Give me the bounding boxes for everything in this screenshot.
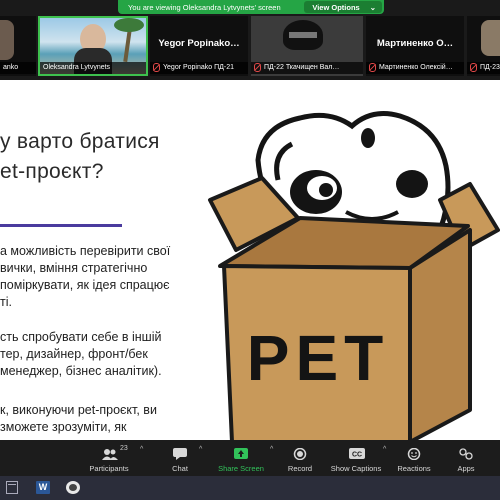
show-captions-label: Show Captions — [330, 464, 382, 473]
windows-taskbar: W — [0, 476, 500, 500]
share-screen-button[interactable]: Share Screen — [214, 440, 268, 476]
screen-share-banner: You are viewing Oleksandra Lytvynets' sc… — [118, 0, 384, 14]
record-icon — [293, 447, 307, 461]
shared-slide: у варто братися et-проєкт? а можливість … — [0, 80, 500, 440]
record-button[interactable]: Record — [280, 440, 320, 476]
reactions-icon — [407, 447, 421, 461]
share-screen-label: Share Screen — [218, 464, 264, 473]
participant-video — [0, 20, 14, 60]
reactions-label: Reactions — [397, 464, 431, 473]
chevron-down-icon: ⌄ — [369, 2, 376, 12]
apps-button[interactable]: Apps — [446, 440, 486, 476]
share-screen-icon — [234, 448, 248, 460]
app-icon-inner — [69, 484, 77, 491]
apps-icon — [459, 448, 473, 460]
video-tile[interactable]: anko — [0, 16, 36, 76]
glasses — [289, 32, 317, 38]
word-app-icon[interactable]: W — [36, 481, 50, 494]
muted-mic-icon — [369, 62, 376, 72]
muted-mic-icon — [254, 62, 261, 72]
share-caret-icon[interactable]: ^ — [270, 446, 273, 453]
chat-icon — [173, 448, 187, 460]
task-view-icon[interactable] — [6, 481, 18, 494]
participants-icon — [102, 448, 118, 460]
chat-label: Chat — [172, 464, 188, 473]
participants-button[interactable]: 23 Participants — [84, 440, 134, 476]
participant-name: anko — [0, 62, 36, 74]
task-view-line — [8, 484, 16, 485]
video-tile[interactable]: Yegor Popinako… Yegor Popinako ПД-21 — [150, 16, 248, 76]
participants-count: 23 — [120, 445, 128, 452]
video-tile[interactable]: Мартиненко О… Мартиненко Олексій… — [366, 16, 464, 76]
record-label: Record — [287, 464, 313, 473]
participants-caret-icon[interactable]: ^ — [140, 446, 143, 453]
meeting-toolbar: 23 Participants ^ Chat ^ Share Screen ^ … — [0, 440, 500, 476]
captions-caret-icon[interactable]: ^ — [383, 446, 386, 453]
participant-name: Oleksandra Lytvynets — [40, 62, 146, 74]
participant-name: ПД-22 Ткачищен Вал… — [264, 64, 340, 71]
muted-mic-icon — [153, 62, 160, 72]
show-captions-button[interactable]: CC Show Captions — [328, 440, 384, 476]
participant-video — [481, 20, 500, 56]
participant-name: ПД-23 — [480, 64, 500, 71]
participants-label: Participants — [89, 464, 129, 473]
video-tile[interactable]: ПД-23 — [467, 16, 500, 76]
share-banner-text: You are viewing Oleksandra Lytvynets' sc… — [128, 2, 281, 12]
participant-display-name: Yegor Popinako… — [158, 38, 240, 49]
participant-display-name: Мартиненко О… — [376, 38, 454, 49]
apps-label: Apps — [457, 464, 475, 473]
chat-caret-icon[interactable]: ^ — [199, 446, 202, 453]
palm-leaves — [114, 18, 144, 32]
captions-icon: CC — [349, 448, 365, 460]
chat-button[interactable]: Chat — [160, 440, 200, 476]
pet-box-illustration: PET — [208, 111, 500, 440]
view-options-label: View Options — [312, 2, 360, 12]
participant-name: Мартиненко Олексій… — [379, 64, 453, 71]
video-tile-active-speaker[interactable]: Oleksandra Lytvynets — [38, 16, 148, 76]
participant-name: Yegor Popinako ПД-21 — [163, 64, 235, 71]
video-tile[interactable]: ПД-22 Ткачищен Вал… — [251, 16, 363, 76]
box-label: PET — [247, 322, 389, 394]
reactions-button[interactable]: Reactions — [394, 440, 434, 476]
view-options-button[interactable]: View Options ⌄ — [304, 1, 382, 13]
muted-mic-icon — [470, 62, 477, 72]
svg-text:CC: CC — [352, 452, 362, 459]
